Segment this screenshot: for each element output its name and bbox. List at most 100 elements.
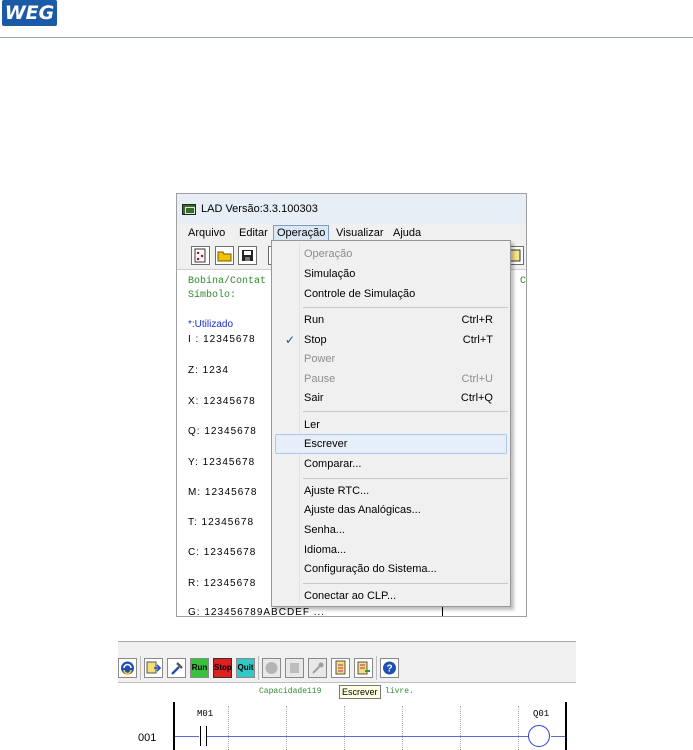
menu-item-shortcut: Ctrl+T <box>462 334 493 346</box>
ladder-editor-panel: Run Stop Quit ? Capacidade119 o livre. E… <box>118 641 576 750</box>
rung-wire <box>207 736 528 737</box>
grid-line <box>518 706 519 750</box>
grid-line <box>460 706 461 750</box>
toolbar-separator <box>376 656 377 680</box>
pause-disabled-icon[interactable] <box>285 658 304 678</box>
menu-item-label: Escrever <box>304 438 348 450</box>
menu-item-operacao: Operação <box>275 244 507 264</box>
menu-item-controle-simulacao[interactable]: Controle de Simulação <box>275 284 507 304</box>
capacity-prefix: Capacidade119 <box>259 687 322 696</box>
window-titlebar: LAD Versão:3.3.100303 <box>177 194 526 224</box>
record-circle-icon[interactable] <box>262 658 281 678</box>
new-file-icon[interactable] <box>191 246 210 265</box>
tools-icon[interactable] <box>167 658 186 678</box>
save-icon[interactable] <box>238 246 257 265</box>
output-coil[interactable] <box>528 725 550 747</box>
right-power-rail <box>565 702 567 750</box>
menu-item-label: Configuração do Sistema... <box>304 563 437 575</box>
menu-item-ler[interactable]: Ler <box>275 415 507 435</box>
rung-wire <box>175 736 199 737</box>
grid-line <box>228 706 229 750</box>
menu-item-configuracao-sistema[interactable]: Configuração do Sistema... <box>275 559 507 579</box>
capacity-suffix: o livre. <box>375 687 414 696</box>
run-button[interactable]: Run <box>190 658 209 678</box>
menu-item-label: Conectar ao CLP... <box>304 590 397 602</box>
menu-item-label: Controle de Simulação <box>304 288 416 300</box>
quit-button[interactable]: Quit <box>236 658 255 678</box>
app-icon <box>182 204 196 215</box>
menu-item-stop[interactable]: ✓ Stop Ctrl+T <box>275 330 507 350</box>
menu-arquivo[interactable]: Arquivo <box>185 226 228 240</box>
help-icon[interactable]: ? <box>380 658 399 678</box>
menu-item-run[interactable]: Run Ctrl+R <box>275 310 507 330</box>
io-line-m: M: 12345678 <box>188 487 258 498</box>
menu-item-label: Operação <box>304 248 353 260</box>
capacity-text: Capacidade119 o livre. <box>259 687 414 696</box>
read-document-icon[interactable] <box>331 658 350 678</box>
io-line-g: G: 123456789ABCDEF ... <box>188 607 326 617</box>
io-line-c: C: 12345678 <box>188 547 257 558</box>
menu-operacao[interactable]: Operação <box>273 225 330 241</box>
svg-text:?: ? <box>386 664 392 675</box>
io-line-r: R: 12345678 <box>188 578 257 589</box>
menu-item-label: Ajuste RTC... <box>304 485 370 497</box>
menu-item-conectar-clp[interactable]: Conectar ao CLP... <box>275 586 507 606</box>
grid-line <box>344 706 345 750</box>
menu-item-label: Ler <box>304 419 320 431</box>
weg-logo-text: WEG <box>4 2 55 24</box>
menu-item-comparar[interactable]: Comparar... <box>275 454 507 474</box>
menu-item-label: Pause <box>304 373 336 385</box>
menu-item-label: Stop <box>304 334 327 346</box>
menu-item-sair[interactable]: Sair Ctrl+Q <box>275 388 507 408</box>
menu-editar[interactable]: Editar <box>236 226 271 240</box>
menu-item-idioma[interactable]: Idioma... <box>275 540 507 560</box>
escrever-tooltip: Escrever <box>339 685 381 699</box>
menu-item-escrever[interactable]: Escrever <box>275 434 507 454</box>
page: WEG LAD Versão:3.3.100303 Arquivo Editar… <box>0 0 693 750</box>
menu-item-shortcut: Ctrl+U <box>461 373 493 385</box>
contact-label: M01 <box>197 709 214 719</box>
menu-separator <box>303 583 508 584</box>
contact-left-bar[interactable] <box>200 726 201 746</box>
checkmark-icon: ✓ <box>285 333 296 347</box>
power-disabled-icon[interactable] <box>308 658 327 678</box>
menu-item-label: Simulação <box>304 268 356 280</box>
menu-ajuda[interactable]: Ajuda <box>390 226 424 240</box>
menu-item-shortcut: Ctrl+Q <box>460 392 493 404</box>
io-line-q: Q: 12345678 <box>188 426 257 437</box>
menu-item-label: Senha... <box>304 524 345 536</box>
stop-button[interactable]: Stop <box>213 658 232 678</box>
menu-separator <box>303 307 508 308</box>
io-line-i: I : 12345678 <box>188 334 256 345</box>
used-label: *:Utilizado <box>188 319 234 330</box>
right-column-letter: C <box>520 276 527 287</box>
menu-item-ajuste-rtc[interactable]: Ajuste RTC... <box>275 481 507 501</box>
menu-item-label: Comparar... <box>304 458 362 470</box>
menu-item-ajuste-analogicas[interactable]: Ajuste das Analógicas... <box>275 500 507 520</box>
refresh-icon[interactable] <box>118 658 137 678</box>
menu-item-label: Sair <box>304 392 324 404</box>
open-folder-icon[interactable] <box>215 246 234 265</box>
menu-separator <box>303 411 508 412</box>
grid-line <box>402 706 403 750</box>
menu-item-pause: Pause Ctrl+U <box>275 369 507 389</box>
weg-logo: WEG <box>2 0 57 26</box>
toolbar-separator <box>140 656 141 680</box>
menu-item-label: Power <box>304 353 336 365</box>
menu-item-shortcut: Ctrl+R <box>461 314 493 326</box>
window-title: LAD Versão:3.3.100303 <box>201 203 318 215</box>
header-divider <box>0 37 693 38</box>
simbolo-label: Símbolo: <box>188 290 237 301</box>
menu-item-senha[interactable]: Senha... <box>275 520 507 540</box>
read-plc-icon[interactable] <box>144 658 163 678</box>
operacao-dropdown: Operação Simulação Controle de Simulação… <box>271 240 511 607</box>
write-document-icon[interactable] <box>354 658 373 678</box>
coil-label: Q01 <box>533 709 550 719</box>
menu-item-power: Power <box>275 349 507 369</box>
io-line-t: T: 12345678 <box>188 517 255 528</box>
menu-visualizar[interactable]: Visualizar <box>333 226 387 240</box>
rung-number: 001 <box>138 732 157 744</box>
toolbar-separator <box>258 656 259 680</box>
io-line-x: X: 12345678 <box>188 396 256 407</box>
menu-item-simulacao[interactable]: Simulação <box>275 264 507 284</box>
